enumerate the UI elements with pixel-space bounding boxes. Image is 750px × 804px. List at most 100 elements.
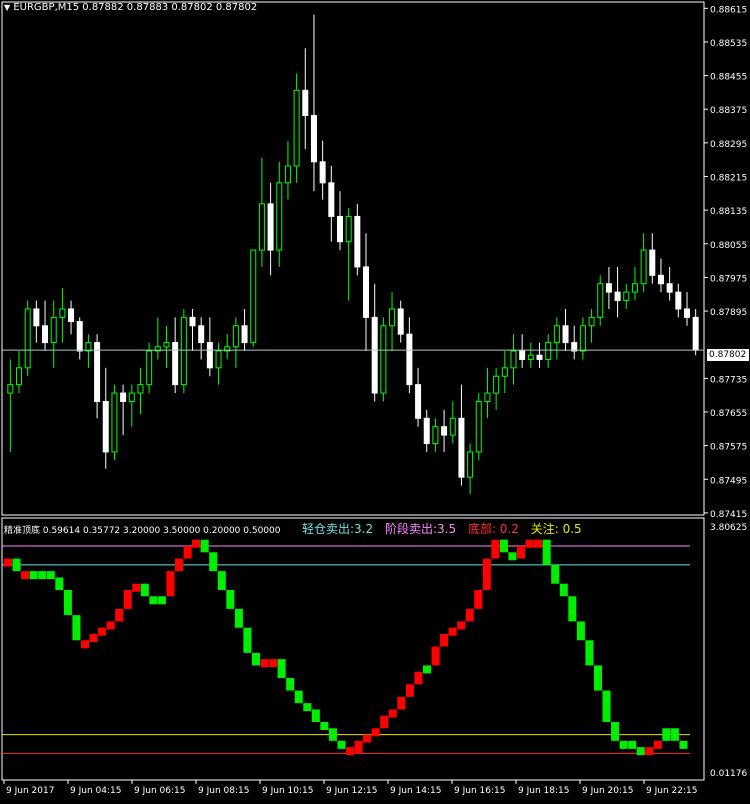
indicator-bar-red (192, 539, 201, 548)
indicator-bar-red (525, 539, 534, 548)
bear-candle (354, 215, 361, 268)
bull-candle (59, 308, 66, 318)
indicator-bar-green (251, 652, 260, 666)
bull-candle (293, 89, 300, 167)
bear-candle (692, 316, 699, 351)
indicator-bar-green (508, 552, 517, 561)
bear-candle (42, 325, 49, 344)
indicator-bar-green (499, 539, 508, 553)
indicator-bar-red (260, 659, 269, 668)
bear-candle (302, 89, 309, 117)
price-chart-svg[interactable]: 0.88615 0.88535 0.88455 0.88375 0.88295 0.882… (0, 0, 750, 800)
bull-candle (258, 203, 265, 251)
indicator-bar-red (405, 684, 414, 697)
bear-candle (675, 291, 682, 310)
bear-candle (519, 350, 526, 360)
bull-candle (527, 354, 534, 360)
indicator-bar-green (149, 596, 158, 605)
bull-candle (553, 325, 560, 344)
time-label: 9 Jun 12:15 (326, 786, 377, 796)
bear-candle (605, 283, 612, 293)
indicator-bar-red (645, 747, 654, 756)
chart-window[interactable]: 0.88615 0.88535 0.88455 0.88375 0.88295 0.882… (0, 0, 750, 800)
indicator-bar-red (123, 590, 132, 609)
indicator-bar-red (132, 583, 141, 592)
indicator-bar-red (183, 546, 192, 559)
bull-candle (180, 316, 187, 386)
indicator-bar-red (166, 571, 175, 597)
legend-stage-sell: 阶段卖出:3.5 (384, 522, 457, 536)
price-label: 0.88455 (710, 73, 747, 83)
legend-bottom: 底部: 0.2 (467, 522, 519, 536)
price-label: 0.88055 (710, 241, 747, 251)
bull-candle (484, 392, 491, 402)
indicator-bar-red (653, 740, 662, 749)
bull-candle (50, 316, 57, 344)
indicator-title: 精准顶底 0.59614 0.35772 3.20000 3.50000 0.2… (4, 526, 281, 536)
indicator-bar-green (679, 740, 688, 749)
indicator-bar-green (320, 722, 329, 730)
indicator-bar-green (55, 577, 64, 590)
price-label: 0.88135 (710, 207, 747, 217)
indicator-bar-red (4, 558, 13, 567)
indicator-bar-green (200, 539, 209, 553)
time-label: 9 Jun 18:15 (518, 786, 569, 796)
indicator-bar-green (29, 571, 38, 580)
bull-candle (146, 350, 153, 386)
bull-candle (16, 367, 23, 386)
indicator-bar-green (670, 728, 679, 741)
bear-candle (120, 392, 127, 402)
indicator-bar-red (371, 728, 380, 737)
price-label: 0.87655 (710, 409, 747, 419)
indicator-bar-green (619, 740, 628, 749)
indicator-bar-green (422, 665, 431, 674)
indicator-bar-green (576, 621, 585, 641)
triangle-down-icon[interactable]: ▼ (4, 3, 10, 12)
indicator-bar-red (354, 740, 363, 754)
bull-candle (493, 375, 500, 394)
indicator-bar-green (157, 596, 166, 605)
bear-candle (683, 308, 690, 318)
indicator-bar-red (388, 709, 397, 718)
bear-candle (94, 342, 101, 402)
price-label: 0.88215 (710, 174, 747, 184)
time-label: 9 Jun 04:15 (70, 786, 121, 796)
legend-light-sell: 轻仓卖出:3.2 (302, 522, 374, 536)
bear-candle (68, 308, 75, 323)
time-label: 9 Jun 10:15 (262, 786, 313, 796)
bull-candle (380, 325, 387, 394)
price-label: 0.88295 (710, 140, 747, 150)
indicator-bar-red (89, 634, 98, 642)
indicator-bar-green (628, 740, 637, 749)
indicator-legend: 轻仓卖出:3.2 阶段卖出:3.5 底部: 0.2 关注: 0.5 (302, 520, 590, 537)
bear-candle (76, 321, 83, 352)
indicator-bar-green (611, 722, 620, 741)
bull-candle (449, 417, 456, 436)
bull-candle (432, 426, 439, 445)
indicator-bar-red (115, 608, 124, 622)
indicator-bar-red (491, 539, 500, 559)
bear-candle (241, 325, 248, 344)
bull-candle (389, 308, 396, 327)
indicator-bar-green (217, 571, 226, 590)
bear-candle (536, 354, 543, 360)
indicator-bar-green (72, 615, 81, 641)
indicator-bar-green (226, 590, 235, 609)
bear-candle (441, 426, 448, 436)
indicator-bar-green (286, 678, 295, 691)
bull-candle (475, 400, 482, 453)
indicator-bar-green (277, 659, 286, 678)
bear-candle (649, 249, 656, 276)
time-label: 9 Jun 14:15 (390, 786, 441, 796)
bull-candle (276, 182, 283, 251)
indicator-bar-green (593, 665, 602, 691)
indicator-bar-green (234, 608, 243, 628)
indicator-bar-green (585, 640, 594, 666)
price-label: 0.88615 (710, 5, 747, 15)
bear-candle (371, 316, 378, 394)
indicator-bar-red (106, 621, 115, 630)
indicator-bar-red (363, 734, 372, 743)
price-label: 0.87495 (710, 476, 747, 486)
bull-candle (579, 325, 586, 352)
bull-candle (111, 392, 118, 453)
